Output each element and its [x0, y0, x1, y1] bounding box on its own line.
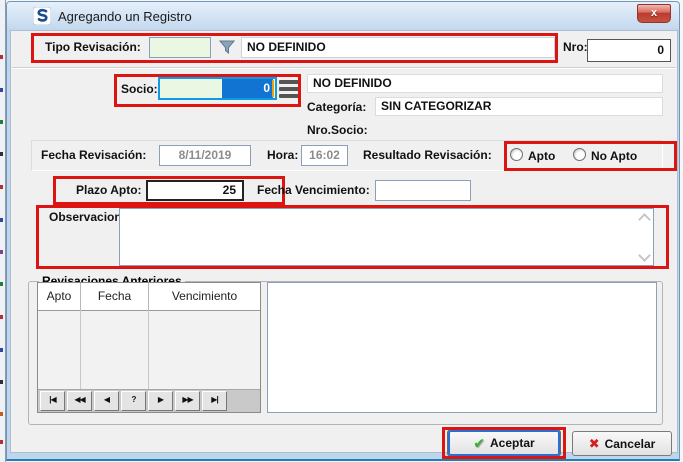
- categoria-label: Categoría:: [307, 100, 366, 114]
- resultado-revisacion-label: Resultado Revisación:: [363, 148, 492, 162]
- socio-input[interactable]: 0: [158, 77, 277, 100]
- nav-next-button[interactable]: ▶: [148, 391, 173, 411]
- tipo-revisacion-label: Tipo Revisación:: [45, 40, 141, 54]
- categoria-field: SIN CATEGORIZAR: [375, 97, 663, 116]
- revisaciones-detail-panel: [267, 282, 657, 413]
- plazo-apto-label: Plazo Apto:: [76, 183, 142, 197]
- fecha-vencimiento-label: Fecha Vencimiento:: [257, 183, 370, 197]
- fecha-vencimiento-field[interactable]: [375, 180, 471, 201]
- tipo-revisacion-name-field: NO DEFINIDO: [241, 37, 555, 58]
- filter-funnel-icon[interactable]: [219, 39, 235, 55]
- separator-line: [12, 67, 676, 69]
- close-icon: x: [651, 7, 657, 19]
- text-caret: [272, 80, 274, 97]
- window-title: Agregando un Registro: [58, 9, 192, 24]
- app-logo-icon: [33, 7, 51, 25]
- hora-label: Hora:: [267, 148, 298, 162]
- observaciones-textarea[interactable]: [119, 208, 654, 266]
- titlebar[interactable]: Agregando un Registro x: [7, 2, 679, 30]
- nav-prev-button[interactable]: ◀: [94, 391, 119, 411]
- nro-label: Nro:: [563, 40, 588, 54]
- socio-name-field: NO DEFINIDO: [307, 74, 663, 93]
- grid-gridline: [80, 310, 81, 390]
- fecha-revisacion-field: 8/11/2019: [159, 145, 251, 166]
- nro-field[interactable]: 0: [587, 39, 671, 62]
- socio-lookup-menu-icon[interactable]: [279, 80, 301, 101]
- nav-help-button[interactable]: ?: [121, 391, 146, 411]
- plazo-apto-field[interactable]: 25: [146, 180, 244, 201]
- grid-header-row: Apto Fecha Vencimiento: [38, 283, 260, 311]
- x-icon: ✖: [589, 436, 600, 452]
- aceptar-button-label: Aceptar: [490, 436, 535, 450]
- tipo-revisacion-code-input[interactable]: [149, 37, 211, 58]
- close-button[interactable]: x: [637, 4, 671, 23]
- grid-column-vencimiento: Vencimiento: [149, 283, 260, 310]
- grid-column-fecha: Fecha: [81, 283, 149, 310]
- nav-fast-rewind-button[interactable]: ◀◀: [67, 391, 92, 411]
- screenshot-root: Agregando un Registro x Tipo Revisación:…: [0, 0, 683, 462]
- nav-first-button[interactable]: |◀: [40, 391, 65, 411]
- dialog-agregando-registro: Agregando un Registro x Tipo Revisación:…: [6, 1, 680, 461]
- nav-fast-forward-button[interactable]: ▶▶: [175, 391, 200, 411]
- hora-field: 16:02: [301, 145, 348, 166]
- revisaciones-grid[interactable]: Apto Fecha Vencimiento |◀ ◀◀ ◀ ? ▶ ▶▶ ▶|: [37, 282, 261, 413]
- radio-apto-label: Apto: [528, 149, 555, 163]
- cancelar-button[interactable]: ✖ Cancelar: [572, 431, 672, 456]
- grid-column-apto: Apto: [38, 283, 81, 310]
- check-icon: ✔: [473, 435, 485, 452]
- grid-navigator: |◀ ◀◀ ◀ ? ▶ ▶▶ ▶|: [38, 389, 260, 412]
- socio-input-selection: 0: [222, 79, 273, 98]
- fecha-revisacion-label: Fecha Revisación:: [41, 148, 146, 162]
- radio-apto[interactable]: [510, 148, 523, 161]
- nro-socio-label: Nro.Socio:: [307, 123, 368, 137]
- nav-last-button[interactable]: ▶|: [202, 391, 227, 411]
- aceptar-button[interactable]: ✔ Aceptar: [448, 430, 560, 456]
- cancelar-button-label: Cancelar: [605, 437, 656, 451]
- socio-label: Socio:: [121, 82, 158, 96]
- grid-gridline: [148, 310, 149, 390]
- radio-no-apto-label: No Apto: [591, 149, 637, 163]
- radio-no-apto[interactable]: [573, 148, 586, 161]
